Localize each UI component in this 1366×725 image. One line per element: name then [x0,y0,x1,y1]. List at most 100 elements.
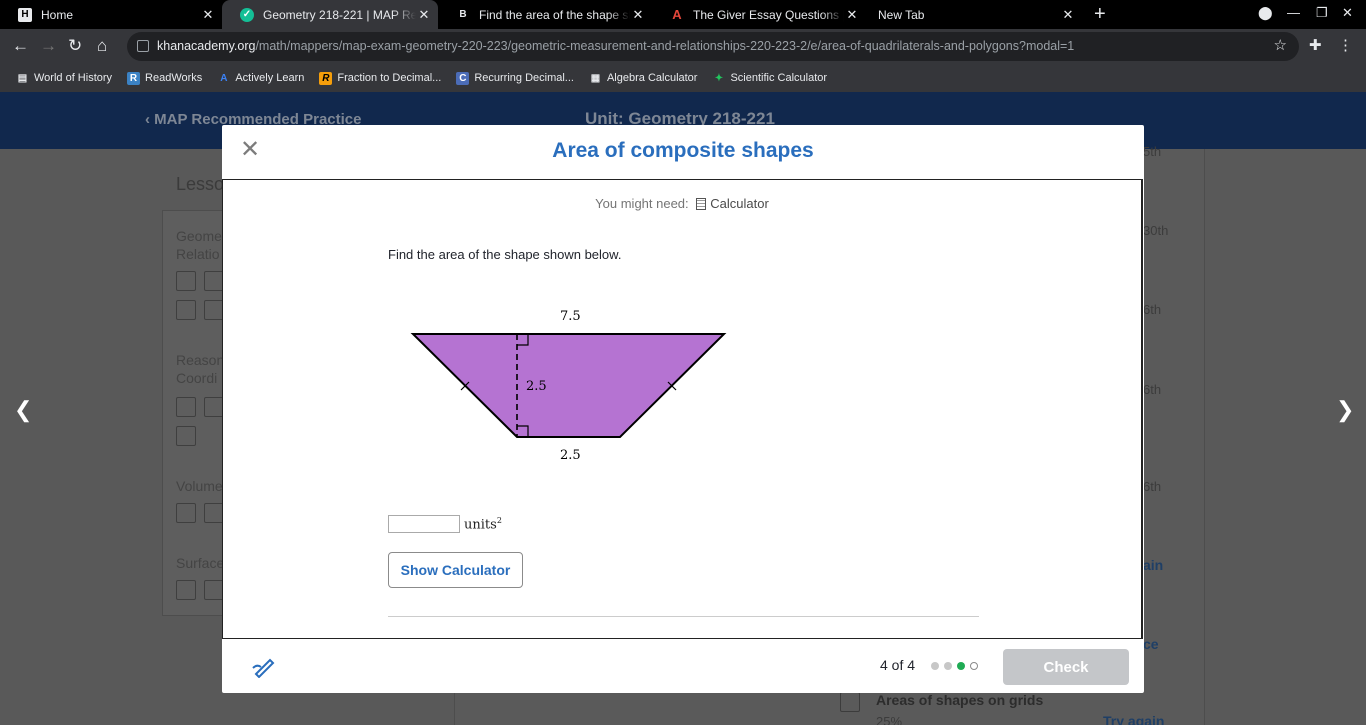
bookmark-fraction-to-decimal[interactable]: R Fraction to Decimal... [319,71,441,85]
skill-pencil-icon[interactable] [176,580,196,600]
browser-toolbar: ← → ↻ ⌂ khanacademy.org/math/mappers/map… [0,29,1366,64]
due-date-text: 6th [1143,479,1162,494]
skill-pencil-icon[interactable] [204,271,224,291]
browser-menu-icon[interactable]: ⋮ [1338,36,1353,54]
tab-brainly[interactable]: B Find the area of the shape shown below… [438,0,652,29]
bookmark-recurring-decimal[interactable]: C Recurring Decimal... [456,71,574,85]
brainly-favicon-icon: B [459,9,467,20]
tab-new-tab[interactable]: New Tab ✕ [866,0,1082,29]
top-base-label: 7.5 [560,309,581,324]
skill-pencil-icon[interactable] [204,503,224,523]
skill-pencil-icon[interactable] [204,300,224,320]
reload-icon[interactable]: ↻ [68,36,82,56]
tab-title: Find the area of the shape shown below [479,7,630,22]
skill-pencil-icon[interactable] [204,580,224,600]
profile-menu-icon[interactable]: ⬤ [1258,5,1273,21]
answer-input[interactable] [388,515,460,533]
next-arrow-icon[interactable]: ❯ [1336,397,1354,423]
close-tab-icon[interactable]: ✕ [416,7,432,23]
readworks-icon: R [127,71,141,85]
tab-title: The Giver Essay Questions | GradeSaver [693,7,844,22]
window-close-icon[interactable]: ✕ [1342,5,1353,21]
close-tab-icon[interactable]: ✕ [1060,7,1076,23]
address-bar[interactable]: khanacademy.org/math/mappers/map-exam-ge… [127,32,1299,61]
tab-title: Home [41,7,74,22]
try-again-link[interactable]: ain [1143,557,1163,573]
bookmark-scientific-calculator[interactable]: ✦ Scientific Calculator [712,72,827,85]
bookmark-actively-learn[interactable]: A Actively Learn [217,72,304,85]
skill-pencil-icon[interactable] [176,397,196,417]
skill-pencil-icon[interactable] [176,426,196,446]
extensions-puzzle-icon[interactable]: ✚ [1309,36,1322,54]
scratchpad-pencil-icon[interactable] [252,654,276,678]
minimize-icon[interactable]: — [1287,5,1300,20]
home-favicon-icon: H [18,7,32,22]
check-button[interactable]: Check [1003,649,1129,685]
scientific-calculator-icon: ✦ [714,72,724,84]
progress-dot-1 [931,662,939,670]
fraction-to-decimal-icon: R [319,71,333,85]
skill-pencil-icon[interactable] [204,397,224,417]
skill-pencil-icon[interactable] [176,271,196,291]
bookmarks-bar: ▤ World of History R ReadWorks A Actively L… [0,64,1366,92]
new-tab-plus-icon[interactable]: + [1094,3,1106,26]
tab-gradesaver[interactable]: A The Giver Essay Questions | GradeSaver… [652,0,866,29]
close-tab-icon[interactable]: ✕ [630,7,646,23]
answer-row: units2 [388,515,502,533]
actively-learn-icon: A [220,72,228,84]
lesson-title[interactable]: Relatio [176,245,220,264]
bookmark-algebra-calculator[interactable]: ▦ Algebra Calculator [589,72,698,85]
progress-dot-4 [970,662,978,670]
progress-dot-3 [957,662,965,670]
progress-text: 4 of 4 [880,657,916,673]
try-again-link[interactable]: Try again [1103,713,1164,725]
close-tab-icon[interactable]: ✕ [844,7,860,23]
tab-title: New Tab [878,7,925,22]
bookmark-world-of-history[interactable]: ▤ World of History [16,72,112,85]
world-of-history-icon: ▤ [17,72,28,84]
bookmark-star-icon[interactable]: ☆ [1274,36,1287,54]
due-date-text: 30th [1143,223,1169,238]
answer-unit: units2 [464,515,502,533]
trapezoid-shape [410,333,727,438]
url-text[interactable]: khanacademy.org/math/mappers/map-exam-ge… [157,39,1074,53]
skill-score: 25% [876,714,903,725]
home-icon[interactable]: ⌂ [97,36,107,56]
lesson-title[interactable]: Volume [176,477,223,496]
due-date-text: 6th [1143,382,1162,397]
height-label: 2.5 [526,379,547,394]
lesson-title[interactable]: Surface [176,554,224,573]
khan-academy-favicon-icon: ✓ [240,7,254,22]
previous-arrow-icon[interactable]: ❮ [14,397,32,423]
bottom-base-label: 2.5 [560,448,581,463]
skill-pencil-icon [840,692,860,712]
restore-icon[interactable]: ❐ [1316,5,1328,21]
skill-title[interactable]: Areas of shapes on grids [876,692,1043,708]
back-arrow-icon[interactable]: ← [12,36,29,56]
show-calculator-button[interactable]: Show Calculator [388,552,523,588]
tools-hint-label: You might need: [595,196,689,211]
skill-pencil-icon[interactable] [176,503,196,523]
calculator-icon [696,198,707,210]
modal-title: Area of composite shapes [552,139,814,162]
recurring-decimal-icon: C [456,71,470,85]
lesson-title[interactable]: Geome [176,227,222,246]
progress-dot-2 [944,662,952,670]
trapezoid-figure: 7.5 2.5 2.5 [410,309,727,463]
tab-khan-academy[interactable]: ✓ Geometry 218-221 | MAP Recommended Pra… [222,0,438,29]
lesson-title[interactable]: Coordi [176,369,217,388]
bookmark-readworks[interactable]: R ReadWorks [127,71,202,85]
tab-home[interactable]: H Home ✕ [0,0,222,29]
practice-link[interactable]: ce [1143,636,1159,652]
lesson-title[interactable]: Reason [176,351,224,370]
content-divider [388,616,979,617]
skill-pencil-icon[interactable] [176,300,196,320]
site-info-icon[interactable] [137,40,149,52]
calculator-link[interactable]: Calculator [710,196,769,211]
forward-arrow-icon[interactable]: → [40,36,57,56]
progress-dots [931,662,978,670]
gradesaver-favicon-icon: A [672,7,682,22]
exercise-modal: ✕ Area of composite shapes You might nee… [222,125,1144,693]
exercise-content: You might need: Calculator Find the area… [222,179,1143,639]
close-tab-icon[interactable]: ✕ [200,7,216,23]
